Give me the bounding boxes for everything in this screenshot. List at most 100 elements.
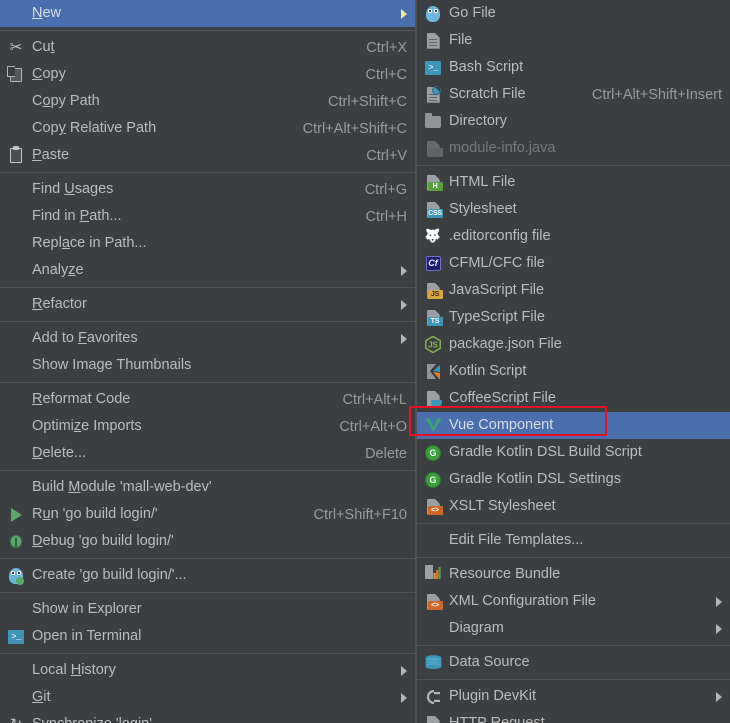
menu-item-stylesheet[interactable]: CSS Stylesheet [417,196,730,223]
menu-item-replace-in-path[interactable]: Replace in Path... [0,230,415,257]
menu-item-label: Scratch File [449,86,526,102]
icon-placeholder [423,619,443,639]
menu-item-shortcut: Delete [365,445,407,462]
menu-item-create-go-build-login[interactable]: Create 'go build login/'... [0,562,415,589]
html-file-icon: H [423,173,443,193]
menu-item-xml-configuration-file[interactable]: <> XML Configuration File [417,588,730,615]
menu-item-shortcut: Ctrl+Shift+C [328,93,407,110]
menu-item-paste[interactable]: Paste Ctrl+V [0,142,415,169]
icon-placeholder [423,531,443,551]
menu-item-copy[interactable]: Copy Ctrl+C [0,61,415,88]
xml-config-icon: <> [423,592,443,612]
menu-item-refactor[interactable]: Refactor [0,291,415,318]
menu-separator [417,645,730,646]
menu-separator [0,470,415,471]
menu-item-label: Find in Path... [32,208,122,224]
menu-item-cut[interactable]: ✂ Cut Ctrl+X [0,34,415,61]
menu-item-copy-path[interactable]: Copy Path Ctrl+Shift+C [0,88,415,115]
menu-item-find-in-path[interactable]: Find in Path... Ctrl+H [0,203,415,230]
menu-item-label: .editorconfig file [449,228,551,244]
menu-item-package-json-file[interactable]: JS package.json File [417,331,730,358]
menu-item-label: Go File [449,5,496,21]
menu-item-editorconfig-file[interactable]: 🐺 .editorconfig file [417,223,730,250]
menu-item-xslt-stylesheet[interactable]: <> XSLT Stylesheet [417,493,730,520]
http-request-icon: API [423,714,443,723]
bash-icon: >_ [423,58,443,78]
menu-separator [0,30,415,31]
submenu-arrow-icon [716,596,722,607]
coffeescript-icon [423,389,443,409]
menu-item-label: HTTP Request [449,715,545,723]
submenu-arrow-icon [716,691,722,702]
menu-item-go-file[interactable]: Go File [417,0,730,27]
menu-item-label: Refactor [32,296,87,312]
debug-icon [6,532,26,552]
css-file-icon: CSS [423,200,443,220]
menu-item-debug-go-build-login[interactable]: Debug 'go build login/' [0,528,415,555]
menu-item-new[interactable]: New [0,0,415,27]
menu-item-copy-relative-path[interactable]: Copy Relative Path Ctrl+Alt+Shift+C [0,115,415,142]
menu-item-data-source[interactable]: Data Source [417,649,730,676]
menu-item-label: Find Usages [32,181,114,197]
menu-item-git[interactable]: Git [0,684,415,711]
menu-item-show-in-explorer[interactable]: Show in Explorer [0,596,415,623]
menu-item-directory[interactable]: Directory [417,108,730,135]
menu-item-delete[interactable]: Delete... Delete [0,440,415,467]
menu-item-shortcut: Ctrl+X [366,39,407,56]
menu-item-http-request[interactable]: API HTTP Request [417,710,730,723]
menu-item-label: XSLT Stylesheet [449,498,556,514]
menu-item-label: CoffeeScript File [449,390,556,406]
menu-item-local-history[interactable]: Local History [0,657,415,684]
menu-item-diagram[interactable]: Diagram [417,615,730,642]
menu-item-cfml-cfc-file[interactable]: Cf CFML/CFC file [417,250,730,277]
go-gopher-icon [423,4,443,24]
menu-item-show-image-thumbnails[interactable]: Show Image Thumbnails [0,352,415,379]
menu-separator [0,321,415,322]
menu-item-label: HTML File [449,174,516,190]
submenu-arrow-icon [401,692,407,703]
menu-item-shortcut: Ctrl+Shift+F10 [313,506,408,523]
menu-item-synchronize-login[interactable]: ↻ Synchronize 'login' [0,711,415,723]
menu-item-reformat-code[interactable]: Reformat Code Ctrl+Alt+L [0,386,415,413]
menu-item-javascript-file[interactable]: JS JavaScript File [417,277,730,304]
menu-item-kotlin-script[interactable]: Kotlin Script [417,358,730,385]
menu-item-plugin-devkit[interactable]: Plugin DevKit [417,683,730,710]
menu-item-build-module-mall-web-dev[interactable]: Build Module 'mall-web-dev' [0,474,415,501]
menu-item-label: Stylesheet [449,201,517,217]
menu-item-scratch-file[interactable]: Scratch File Ctrl+Alt+Shift+Insert [417,81,730,108]
icon-placeholder [6,478,26,498]
menu-item-find-usages[interactable]: Find Usages Ctrl+G [0,176,415,203]
menu-item-file[interactable]: File [417,27,730,54]
menu-item-coffeescript-file[interactable]: CoffeeScript File [417,385,730,412]
menu-item-typescript-file[interactable]: TS TypeScript File [417,304,730,331]
menu-item-open-in-terminal[interactable]: >_ Open in Terminal [0,623,415,650]
menu-item-bash-script[interactable]: >_ Bash Script [417,54,730,81]
menu-item-vue-component[interactable]: Vue Component [417,412,730,439]
menu-item-label: Edit File Templates... [449,532,584,548]
menu-item-html-file[interactable]: H HTML File [417,169,730,196]
menu-item-label: Directory [449,113,508,129]
svg-text:JS: JS [428,341,438,350]
menu-item-label: Replace in Path... [32,235,147,251]
menu-item-label: Vue Component [449,417,554,433]
menu-item-run-go-build-login[interactable]: Run 'go build login/' Ctrl+Shift+F10 [0,501,415,528]
menu-item-gradle-kotlin-dsl-settings[interactable]: G Gradle Kotlin DSL Settings [417,466,730,493]
icon-placeholder [6,119,26,139]
menu-item-label: Gradle Kotlin DSL Settings [449,471,621,487]
menu-item-add-to-favorites[interactable]: Add to Favorites [0,325,415,352]
data-source-icon [423,653,443,673]
menu-item-shortcut: Ctrl+V [366,147,407,164]
menu-item-analyze[interactable]: Analyze [0,257,415,284]
menu-item-label: Bash Script [449,59,524,75]
kotlin-script-icon [423,362,443,382]
menu-item-label: module-info.java [449,140,556,156]
menu-separator [0,592,415,593]
menu-item-gradle-kotlin-dsl-build-script[interactable]: G Gradle Kotlin DSL Build Script [417,439,730,466]
menu-item-optimize-imports[interactable]: Optimize Imports Ctrl+Alt+O [0,413,415,440]
menu-separator [417,557,730,558]
menu-item-label: Build Module 'mall-web-dev' [32,479,212,495]
menu-item-resource-bundle[interactable]: Resource Bundle [417,561,730,588]
menu-item-edit-file-templates[interactable]: Edit File Templates... [417,527,730,554]
menu-item-label: Synchronize 'login' [32,716,407,723]
menu-item-label: Create 'go build login/'... [32,567,187,583]
